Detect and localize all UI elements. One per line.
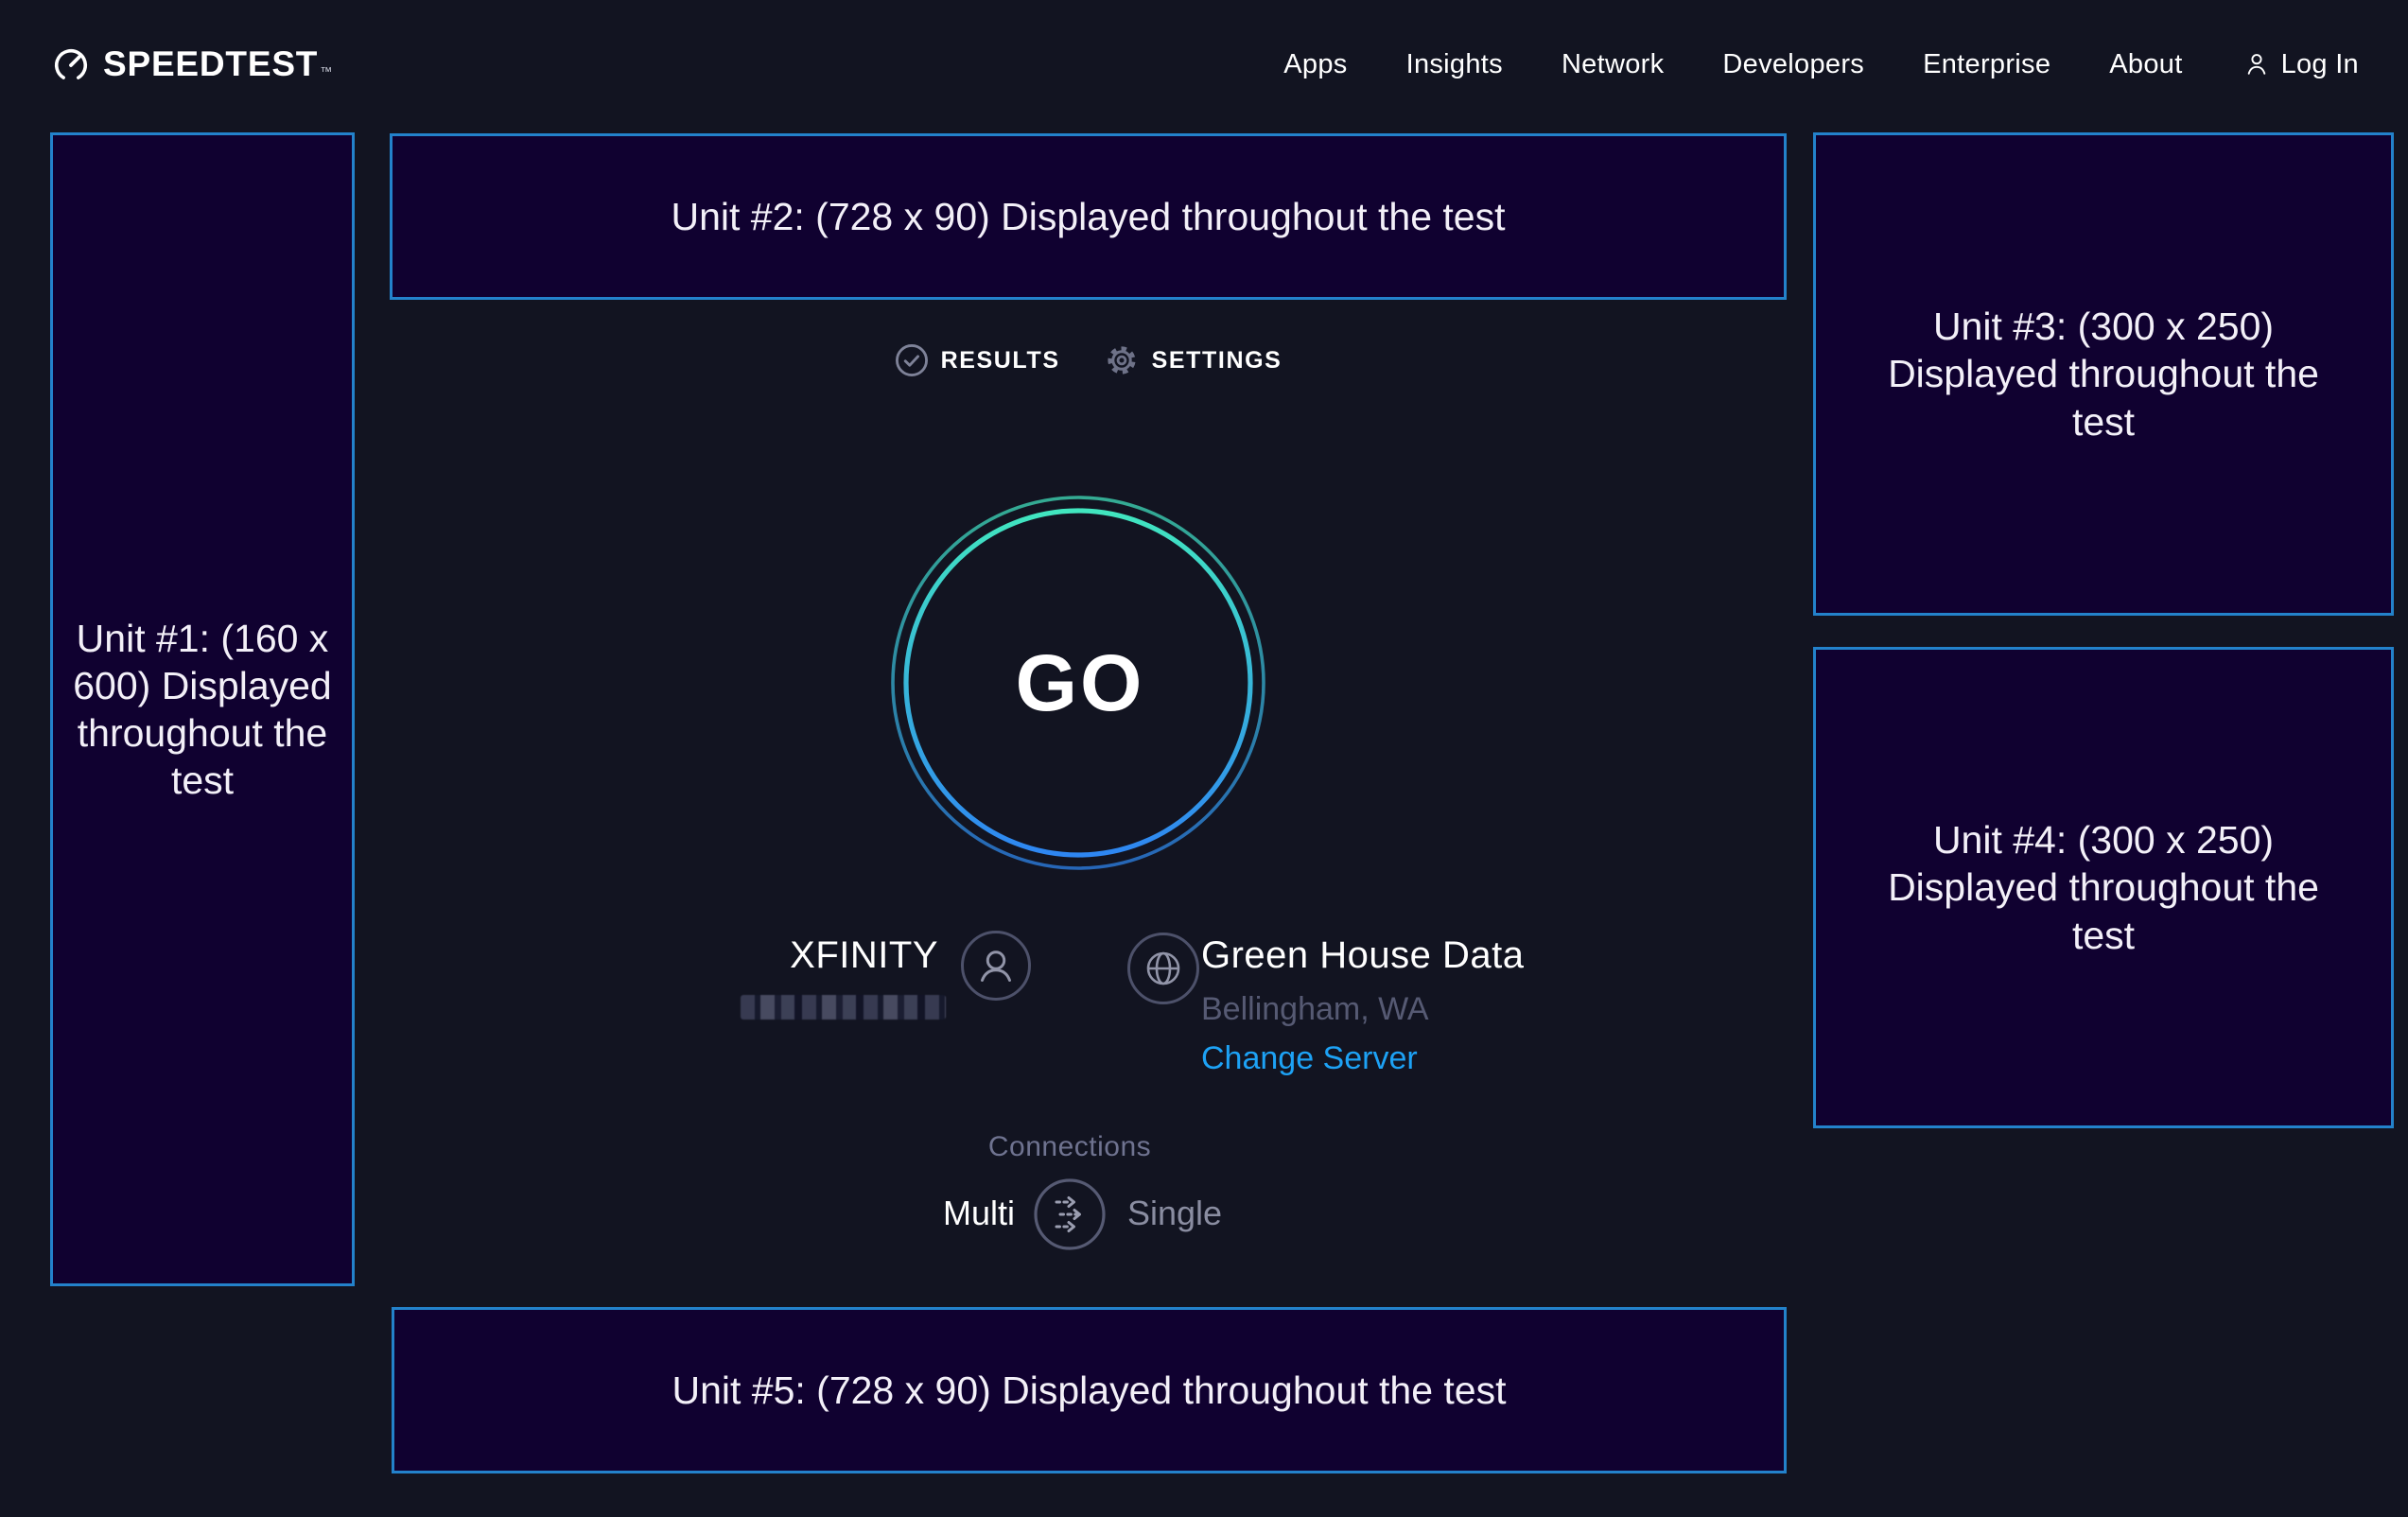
brand-name: SPEEDTEST	[103, 44, 318, 83]
login-button[interactable]: Log In	[2242, 49, 2359, 80]
tab-settings-label: SETTINGS	[1152, 347, 1283, 375]
masked-ip-address	[741, 995, 946, 1020]
tab-settings[interactable]: SETTINGS	[1104, 342, 1283, 378]
ad-unit-1-text: Unit #1: (160 x 600) Displayed throughou…	[66, 615, 339, 804]
speedtest-logo[interactable]: SPEEDTEST™	[52, 44, 332, 84]
gear-icon	[1104, 342, 1140, 378]
connections-toggle-icon[interactable]	[1033, 1177, 1107, 1251]
go-button[interactable]: GO	[880, 484, 1277, 881]
brand-trademark: ™	[320, 64, 332, 78]
ad-unit-2-text: Unit #2: (728 x 90) Displayed throughout…	[671, 193, 1505, 240]
ad-unit-4[interactable]: Unit #4: (300 x 250) Displayed throughou…	[1813, 647, 2394, 1128]
user-icon	[2242, 49, 2272, 79]
main-nav: Apps Insights Network Developers Enterpr…	[1283, 49, 2359, 80]
isp-name: XFINITY	[790, 934, 938, 977]
nav-item-developers[interactable]: Developers	[1722, 49, 1864, 80]
tab-results-label: RESULTS	[941, 347, 1060, 375]
server-name: Green House Data	[1201, 934, 1525, 977]
server-globe-icon	[1126, 932, 1200, 1005]
go-button-label: GO	[880, 484, 1277, 881]
change-server-link[interactable]: Change Server	[1201, 1040, 1418, 1077]
server-location: Bellingham, WA	[1201, 991, 1429, 1028]
ad-unit-3[interactable]: Unit #3: (300 x 250) Displayed throughou…	[1813, 132, 2394, 616]
connections-multi-option[interactable]: Multi	[943, 1194, 1015, 1233]
tabs-row: RESULTS SETTINGS	[390, 342, 1787, 378]
tab-results[interactable]: RESULTS	[895, 342, 1060, 378]
nav-item-insights[interactable]: Insights	[1406, 49, 1503, 80]
login-label: Log In	[2281, 49, 2359, 80]
nav-item-apps[interactable]: Apps	[1283, 49, 1347, 80]
header: SPEEDTEST™ Apps Insights Network Develop…	[52, 0, 2359, 129]
ad-unit-5-text: Unit #5: (728 x 90) Displayed throughout…	[672, 1367, 1506, 1414]
ad-unit-4-text: Unit #4: (300 x 250) Displayed throughou…	[1882, 816, 2325, 958]
speedtest-gauge-icon	[52, 46, 90, 84]
nav-item-about[interactable]: About	[2109, 49, 2182, 80]
speedtest-page: SPEEDTEST™ Apps Insights Network Develop…	[0, 0, 2408, 1517]
isp-user-icon	[960, 930, 1032, 1002]
check-circle-icon	[895, 343, 929, 377]
ad-unit-5[interactable]: Unit #5: (728 x 90) Displayed throughout…	[392, 1307, 1787, 1473]
connections-label: Connections	[881, 1131, 1259, 1163]
nav-item-network[interactable]: Network	[1562, 49, 1664, 80]
ad-unit-2[interactable]: Unit #2: (728 x 90) Displayed throughout…	[390, 133, 1787, 300]
connections-single-option[interactable]: Single	[1127, 1194, 1222, 1233]
nav-item-enterprise[interactable]: Enterprise	[1923, 49, 2050, 80]
ad-unit-3-text: Unit #3: (300 x 250) Displayed throughou…	[1882, 303, 2325, 445]
ad-unit-1[interactable]: Unit #1: (160 x 600) Displayed throughou…	[50, 132, 355, 1286]
